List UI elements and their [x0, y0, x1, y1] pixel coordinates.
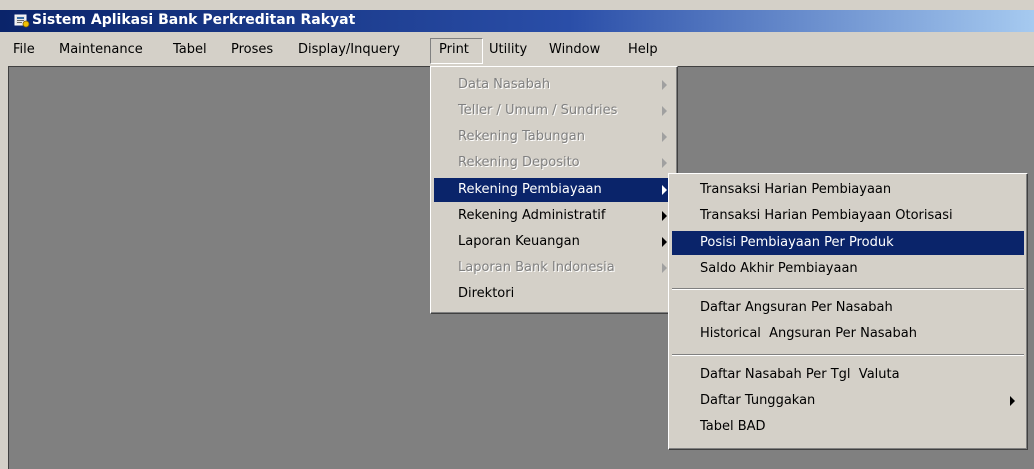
print-item-direktori[interactable]: Direktori [434, 282, 674, 306]
pembiayaan-submenu: Transaksi Harian Pembiayaan Transaksi Ha… [668, 173, 1028, 450]
print-item-data-nasabah[interactable]: Data Nasabah [434, 73, 674, 97]
submenu-arrow-icon [662, 237, 667, 247]
submenu-arrow-icon [662, 132, 667, 142]
menu-display-inquery[interactable]: Display/Inquery [298, 42, 400, 57]
menu-separator [672, 288, 1024, 290]
submenu-arrow-icon [662, 211, 667, 221]
print-item-teller-umum-sundries[interactable]: Teller / Umum / Sundries [434, 99, 674, 123]
menu-item-label: Teller / Umum / Sundries [458, 103, 618, 118]
menu-item-label: Tabel BAD [700, 419, 766, 434]
menu-item-label: Historical Angsuran Per Nasabah [700, 326, 917, 341]
menu-maintenance[interactable]: Maintenance [59, 42, 143, 57]
sub-item-daftar-tunggakan[interactable]: Daftar Tunggakan [672, 389, 1024, 413]
menu-item-label: Rekening Deposito [458, 155, 580, 170]
menu-item-label: Laporan Keuangan [458, 234, 580, 249]
window-title: Sistem Aplikasi Bank Perkreditan Rakyat [32, 12, 356, 28]
sub-item-tabel-bad[interactable]: Tabel BAD [672, 415, 1024, 439]
bank-app-icon [14, 14, 30, 28]
submenu-arrow-icon [662, 185, 667, 195]
menu-bar: File Maintenance Tabel Proses Display/In… [0, 34, 1034, 66]
menu-separator [672, 354, 1024, 356]
sub-item-daftar-nasabah-tgl-valuta[interactable]: Daftar Nasabah Per Tgl Valuta [672, 363, 1024, 387]
print-item-rekening-pembiayaan[interactable]: Rekening Pembiayaan [434, 178, 674, 202]
menu-item-label: Rekening Pembiayaan [458, 182, 602, 197]
sub-item-historical-angsuran[interactable]: Historical Angsuran Per Nasabah [672, 322, 1024, 346]
print-item-rekening-tabungan[interactable]: Rekening Tabungan [434, 125, 674, 149]
menu-item-label: Rekening Tabungan [458, 129, 585, 144]
menu-item-label: Transaksi Harian Pembiayaan Otorisasi [700, 208, 953, 223]
sub-item-transaksi-harian-otorisasi[interactable]: Transaksi Harian Pembiayaan Otorisasi [672, 204, 1024, 228]
menu-item-label: Daftar Nasabah Per Tgl Valuta [700, 367, 900, 382]
sub-item-saldo-akhir[interactable]: Saldo Akhir Pembiayaan [672, 257, 1024, 281]
menu-help[interactable]: Help [628, 42, 658, 57]
sub-item-posisi-per-produk[interactable]: Posisi Pembiayaan Per Produk [672, 231, 1024, 255]
print-item-rekening-administratif[interactable]: Rekening Administratif [434, 204, 674, 228]
print-menu: Data Nasabah Teller / Umum / Sundries Re… [430, 66, 678, 314]
submenu-arrow-icon [662, 263, 667, 273]
menu-tabel[interactable]: Tabel [173, 42, 207, 57]
menu-item-label: Laporan Bank Indonesia [458, 260, 615, 275]
print-item-laporan-bank-indonesia[interactable]: Laporan Bank Indonesia [434, 256, 674, 280]
submenu-arrow-icon [1010, 396, 1015, 406]
menu-item-label: Rekening Administratif [458, 208, 606, 223]
submenu-arrow-icon [662, 158, 667, 168]
menu-item-label: Saldo Akhir Pembiayaan [700, 261, 858, 276]
menu-print[interactable]: Print [439, 42, 469, 57]
submenu-arrow-icon [662, 106, 667, 116]
submenu-arrow-icon [662, 80, 667, 90]
menu-item-label: Posisi Pembiayaan Per Produk [700, 235, 894, 250]
menu-item-label: Data Nasabah [458, 77, 551, 92]
menu-proses[interactable]: Proses [231, 42, 273, 57]
menu-utility[interactable]: Utility [489, 42, 527, 57]
title-bar[interactable]: Sistem Aplikasi Bank Perkreditan Rakyat [0, 10, 1034, 32]
print-item-laporan-keuangan[interactable]: Laporan Keuangan [434, 230, 674, 254]
menu-window[interactable]: Window [549, 42, 600, 57]
sub-item-transaksi-harian[interactable]: Transaksi Harian Pembiayaan [672, 178, 1024, 202]
menu-item-label: Transaksi Harian Pembiayaan [700, 182, 892, 197]
app-window: Sistem Aplikasi Bank Perkreditan Rakyat … [0, 0, 1034, 469]
menu-file[interactable]: File [13, 42, 35, 57]
menu-item-label: Daftar Tunggakan [700, 393, 816, 408]
sub-item-daftar-angsuran[interactable]: Daftar Angsuran Per Nasabah [672, 296, 1024, 320]
menu-item-label: Direktori [458, 286, 515, 301]
print-item-rekening-deposito[interactable]: Rekening Deposito [434, 151, 674, 175]
menu-item-label: Daftar Angsuran Per Nasabah [700, 300, 893, 315]
